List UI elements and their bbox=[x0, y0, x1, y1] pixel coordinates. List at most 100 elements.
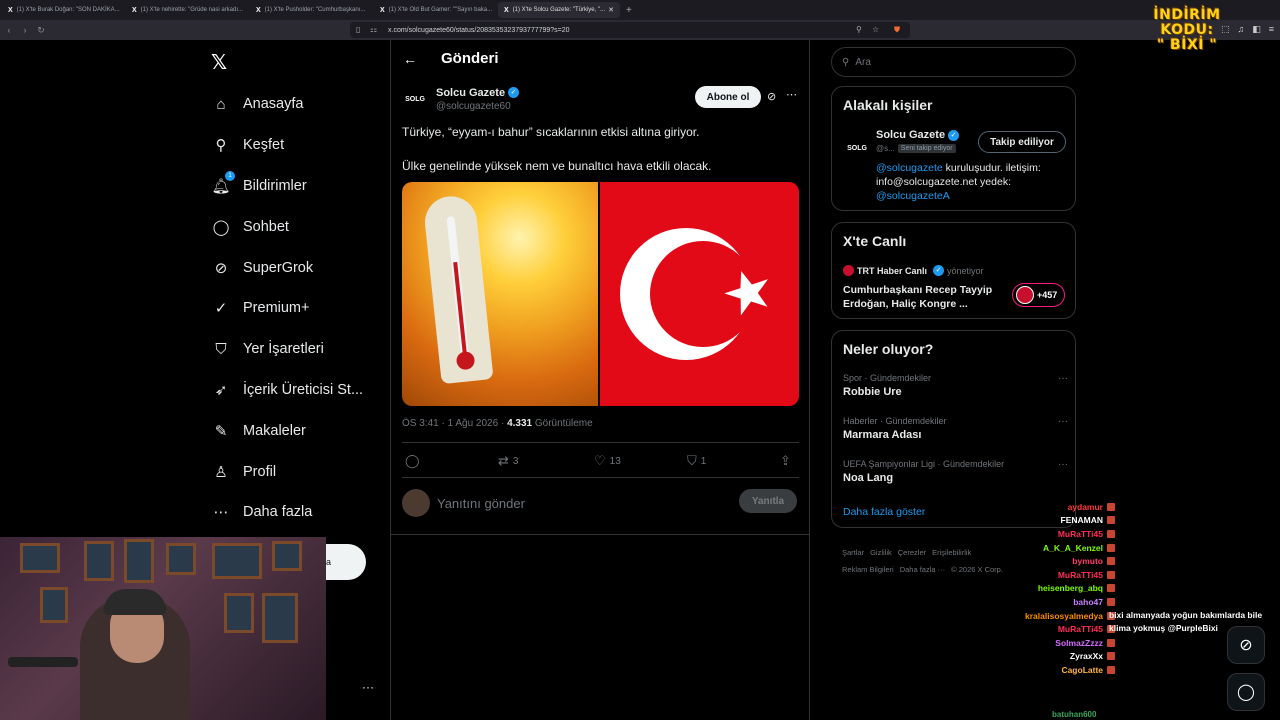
more-icon[interactable]: ⋯ bbox=[786, 88, 797, 101]
browser-tab[interactable]: X (1) X'te nehirette: "Grüde nasi arkadı.… bbox=[126, 2, 248, 18]
chat-row: A_K_A_Kenzel bbox=[1010, 541, 1272, 555]
turkish-flag-image bbox=[600, 182, 799, 406]
bio-link[interactable]: @solcugazeteA bbox=[876, 190, 950, 202]
more-icon[interactable]: ··· bbox=[362, 680, 374, 694]
related-name[interactable]: Solcu Gazete bbox=[876, 129, 945, 141]
sidebar-item-supergrok[interactable]: ⊘ SuperGrok bbox=[211, 247, 363, 288]
site-info-icon[interactable]: ⚏ bbox=[370, 25, 377, 34]
shield-icon[interactable]: ⛊ bbox=[894, 25, 900, 35]
chat-icon: ◯ bbox=[212, 218, 230, 236]
address-bar[interactable]: ▯ ⚏ x.com/solcugazete60/status/208353532… bbox=[350, 22, 910, 38]
tab-title: (1) X'te Burak Doğan: "SON DAKİKA... bbox=[16, 7, 120, 13]
trend-item[interactable]: UEFA Şampiyonlar Ligi · Gündemdekiler Noa… bbox=[843, 459, 1068, 484]
bookmark-button[interactable]: ⛉ 1 bbox=[687, 453, 706, 469]
more-icon[interactable]: ··· bbox=[1058, 459, 1068, 470]
sidebar-icon[interactable]: ◧ bbox=[1252, 24, 1261, 35]
grok-icon[interactable]: ⊘ bbox=[1227, 626, 1265, 664]
chat-badge-icon bbox=[1107, 529, 1115, 538]
forward-icon[interactable]: › bbox=[18, 25, 32, 35]
trend-item[interactable]: Haberler · Gündemdekiler Marmara Adası ··· bbox=[843, 416, 1068, 441]
follows-you-badge: Seni takip ediyor bbox=[897, 144, 956, 153]
sidebar-item-label: Sohbet bbox=[243, 218, 289, 235]
sidebar-item-daha-fazla[interactable]: ⋯ Daha fazla bbox=[211, 492, 363, 533]
close-icon[interactable]: ✕ bbox=[608, 6, 614, 14]
tab-title: (1) X'te Pusholder: "Cumhurbaşkanı... bbox=[264, 7, 366, 13]
star-icon[interactable]: ☆ bbox=[872, 25, 879, 34]
post-author[interactable]: SOLG Solcu Gazete ✓ @solcugazete60 bbox=[402, 86, 520, 112]
chat-username: ZyraxXx bbox=[1069, 651, 1103, 662]
live-headline[interactable]: Cumhurbaşkanı Recep Tayyip Erdoğan, Hali… bbox=[843, 283, 1003, 311]
related-bio: @solcugazete kuruluşudur. iletişim: info… bbox=[876, 161, 1071, 203]
reply-button[interactable]: ◯ bbox=[405, 453, 420, 469]
trend-item[interactable]: Spor · Gündemdekiler Robbie Ure ··· bbox=[843, 373, 1068, 398]
back-icon[interactable]: ‹ bbox=[2, 25, 16, 35]
author-handle[interactable]: @solcugazete60 bbox=[436, 101, 519, 112]
retweet-button[interactable]: ⇄ 3 bbox=[498, 453, 518, 469]
sidebar-item-sohbet[interactable]: ◯ Sohbet bbox=[211, 206, 363, 247]
live-listeners-pill[interactable]: +457 bbox=[1012, 283, 1065, 307]
card-title: X'te Canlı bbox=[843, 233, 907, 249]
show-more-link[interactable]: Daha fazla göster bbox=[843, 506, 925, 518]
chat-username: MuRaTTi45 bbox=[1057, 569, 1103, 580]
browser-tab[interactable]: X (1) X'te Burak Doğan: "SON DAKİKA... bbox=[2, 2, 124, 18]
x-logo[interactable]: 𝕏 bbox=[211, 50, 227, 75]
heart-icon: ♡ bbox=[594, 453, 606, 468]
footer-link[interactable]: Erişilebilirlik bbox=[932, 548, 971, 557]
footer-link[interactable]: Şartlar bbox=[842, 548, 864, 557]
post-actions: ◯ ⇄ 3 ♡ 13 ⛉ 1 ⇪ bbox=[402, 442, 799, 478]
post-timestamp[interactable]: ÖS 3:41 · 1 Ağu 2026 · bbox=[402, 418, 507, 429]
chat-username: bymuto bbox=[1072, 556, 1103, 567]
like-button[interactable]: ♡ 13 bbox=[594, 453, 621, 469]
zoom-icon[interactable]: ⚲ bbox=[856, 25, 862, 34]
more-icon[interactable]: ··· bbox=[1058, 373, 1068, 384]
bio-link[interactable]: @solcugazete bbox=[876, 162, 943, 174]
chat-username: kralalisosyalmedya bbox=[1025, 610, 1103, 621]
post-button[interactable]: a bbox=[326, 544, 366, 580]
reload-icon[interactable]: ↻ bbox=[34, 25, 48, 36]
chat-badge-icon bbox=[1107, 516, 1115, 525]
footer-link[interactable]: Daha fazla ··· bbox=[900, 565, 945, 574]
footer-link[interactable]: Çerezler bbox=[898, 548, 926, 557]
subscribe-button[interactable]: Abone ol bbox=[695, 86, 761, 108]
sidebar-item-bildirimler[interactable]: 🔔︎ 1 Bildirimler bbox=[211, 166, 363, 207]
footer-link[interactable]: Gizlilik bbox=[870, 548, 892, 557]
author-name[interactable]: Solcu Gazete bbox=[436, 87, 505, 99]
bookmark-page-icon[interactable]: ▯ bbox=[356, 25, 360, 34]
chat-badge-icon bbox=[1107, 584, 1115, 593]
back-arrow-icon[interactable]: ← bbox=[403, 51, 441, 67]
grok-icon[interactable]: ⊘ bbox=[767, 90, 776, 103]
bookmark-icon: ⛉ bbox=[687, 453, 697, 468]
reply-input[interactable]: Yanıtını gönder bbox=[437, 496, 525, 511]
footer-link[interactable]: Reklam Bilgileri bbox=[842, 565, 894, 574]
card-title: Neler oluyor? bbox=[843, 341, 934, 357]
more-icon[interactable]: ··· bbox=[1058, 416, 1068, 427]
live-card[interactable]: X'te Canlı TRT Haber Canlı ✓ yönetiyor Cum… bbox=[831, 222, 1076, 319]
sidebar-item-premium-[interactable]: ✓ Premium+ bbox=[211, 288, 363, 329]
thermometer-heat-image bbox=[402, 182, 598, 406]
sidebar-nav: ⌂ Anasayfa ⚲ Keşfet 🔔︎ 1 Bildirimler ◯ Sohbet ⊘ Su… bbox=[211, 84, 363, 533]
sidebar-item-makaleler[interactable]: ✎ Makaleler bbox=[211, 410, 363, 451]
search-input[interactable]: ⚲ Ara bbox=[831, 47, 1076, 77]
menu-icon[interactable]: ≡ bbox=[1269, 24, 1274, 35]
article-icon: ✎ bbox=[214, 422, 228, 440]
browser-tab[interactable]: X (1) X'te Old But Gamer: ""Sayın baka... bbox=[374, 2, 496, 18]
sidebar-item-label: Profil bbox=[243, 463, 277, 480]
avatar[interactable]: SOLG bbox=[844, 135, 870, 161]
post-image[interactable] bbox=[402, 182, 799, 406]
browser-tab[interactable]: X (1) X'te Pusholder: "Cumhurbaşkanı... bbox=[250, 2, 372, 18]
sidebar-item-profil[interactable]: ♙ Profil bbox=[211, 451, 363, 492]
messages-icon[interactable]: ◯ bbox=[1227, 673, 1265, 711]
like-count: 13 bbox=[609, 455, 621, 467]
avatar[interactable]: SOLG bbox=[402, 86, 428, 112]
sidebar-item-anasayfa[interactable]: ⌂ Anasayfa bbox=[211, 84, 363, 125]
sidebar-item-yer-i-aretleri[interactable]: ⛉ Yer İşaretleri bbox=[211, 329, 363, 370]
sidebar-item-i-erik-reticisi-st-[interactable]: ➶ İçerik Üreticisi St... bbox=[211, 370, 363, 411]
new-tab-button[interactable]: + bbox=[626, 5, 632, 16]
following-button[interactable]: Takip ediliyor bbox=[978, 131, 1066, 153]
share-button[interactable]: ⇪ bbox=[780, 453, 791, 469]
reply-submit-button[interactable]: Yanıtla bbox=[739, 489, 797, 513]
browser-tab-active[interactable]: X (1) X'te Solcu Gazete: "Türkiye, "... ✕ bbox=[498, 2, 620, 18]
sidebar-item-ke-fet[interactable]: ⚲ Keşfet bbox=[211, 125, 363, 166]
related-handle[interactable]: @s... bbox=[876, 144, 895, 153]
notification-badge: 1 bbox=[225, 170, 235, 181]
